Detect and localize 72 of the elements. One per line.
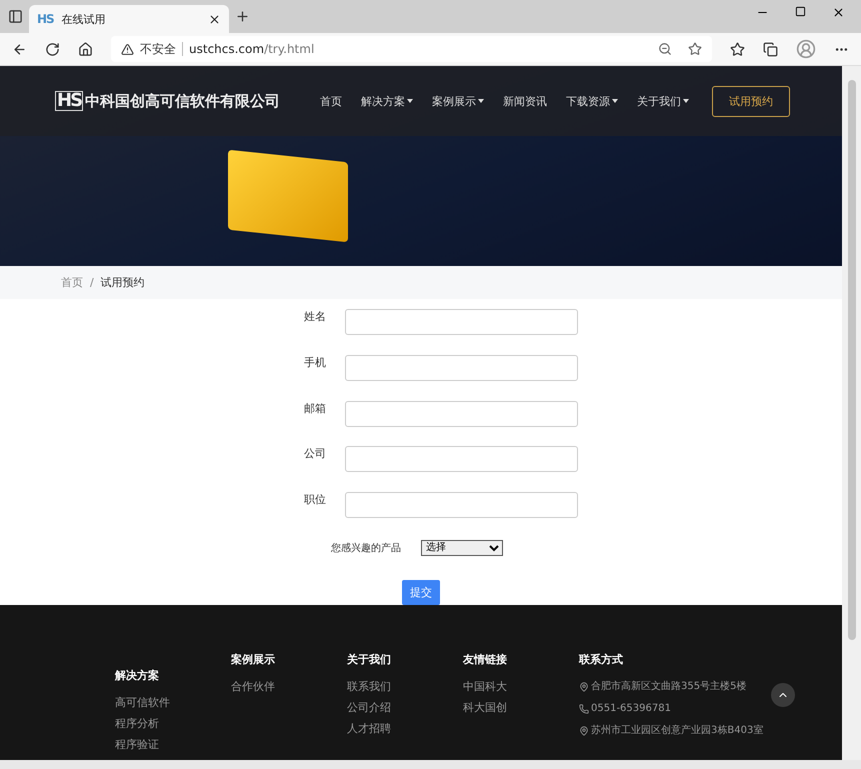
vertical-scrollbar[interactable]	[842, 66, 861, 760]
contact-info: 合肥市高新区文曲路355号主楼5楼	[579, 680, 764, 693]
input-field[interactable]	[345, 446, 578, 472]
phone-icon	[579, 704, 589, 714]
warning-icon	[121, 42, 134, 56]
profile-icon[interactable]	[796, 39, 816, 59]
footer-link[interactable]: 程序验证	[115, 738, 231, 751]
caret-icon	[407, 99, 413, 104]
close-icon[interactable]	[832, 6, 845, 19]
field-label: 公司	[304, 446, 327, 462]
zoom-out-icon[interactable]	[658, 42, 672, 56]
caret-icon	[612, 99, 618, 104]
field-label: 姓名	[304, 309, 327, 324]
map-pin-icon	[579, 726, 589, 736]
browser-tab[interactable]: HS 在线试用	[29, 5, 229, 33]
nav-link[interactable]: 案例展示	[432, 94, 484, 108]
field-label: 手机	[304, 354, 327, 370]
horizontal-scrollbar[interactable]	[0, 760, 861, 769]
contact-info: 苏州市工业园区创意产业园3栋B403室	[579, 724, 764, 737]
back-icon[interactable]	[12, 42, 27, 56]
field-label: 职位	[304, 492, 327, 508]
breadcrumb-link[interactable]: 首页	[61, 275, 83, 290]
footer-link[interactable]: 中国科大	[463, 680, 579, 693]
company-name: 中科国创高可信软件有限公司	[85, 92, 280, 110]
nav-link[interactable]: 新闻资讯	[503, 94, 547, 108]
tab-title: 在线试用	[62, 12, 106, 26]
scrollbar-thumb[interactable]	[848, 80, 856, 640]
input-field[interactable]	[345, 492, 578, 518]
footer-link[interactable]: 合作伙伴	[231, 680, 347, 693]
nav-link[interactable]: 下载资源	[566, 94, 618, 108]
footer-link[interactable]: 科大国创	[463, 701, 579, 714]
footer-heading: 联系方式	[579, 653, 624, 666]
caret-icon	[478, 99, 484, 104]
reload-icon[interactable]	[45, 42, 60, 56]
footer-heading: 关于我们	[347, 653, 392, 666]
close-icon[interactable]	[208, 12, 221, 26]
footer-link[interactable]: 公司介绍	[347, 701, 463, 714]
footer-heading: 友情链接	[463, 653, 508, 666]
footer-link[interactable]: 联系我们	[347, 680, 463, 693]
maximize-icon[interactable]	[795, 6, 806, 17]
favorites-icon[interactable]	[730, 42, 745, 56]
url-host: ustchcs.com	[189, 42, 264, 56]
home-icon[interactable]	[78, 42, 93, 56]
address-bar[interactable]: 不安全 ustchcs.com/try.html	[111, 36, 712, 62]
nav-link[interactable]: 首页	[320, 94, 342, 108]
footer-heading: 解决方案	[115, 669, 160, 682]
footer-link[interactable]: 程序分析	[115, 717, 231, 730]
input-field[interactable]	[345, 354, 578, 381]
footer-link[interactable]: 人才招聘	[347, 722, 463, 735]
product-select[interactable]: 选择	[421, 540, 503, 556]
field-label: 您感兴趣的产品	[331, 542, 401, 555]
tab-actions-icon[interactable]	[8, 9, 23, 24]
footer-link[interactable]: 高可信软件	[115, 696, 231, 709]
site-logo: HS	[37, 12, 54, 26]
submit-button[interactable]: 提交	[402, 580, 440, 605]
logo-mark: HS	[55, 91, 84, 111]
security-label: 不安全	[140, 40, 176, 58]
favorite-icon[interactable]	[688, 42, 702, 56]
new-tab-icon[interactable]	[235, 9, 250, 24]
url-path: /try.html	[264, 42, 314, 56]
nav-link[interactable]: 关于我们	[637, 94, 689, 108]
breadcrumb-separator: /	[90, 276, 94, 289]
input-field[interactable]	[345, 309, 578, 335]
field-label: 邮箱	[304, 400, 327, 416]
input-field[interactable]	[345, 400, 578, 427]
caret-icon	[683, 99, 689, 104]
trial-button[interactable]: 试用预约	[712, 86, 790, 116]
collections-icon[interactable]	[763, 42, 778, 56]
map-pin-icon	[579, 682, 589, 692]
footer-heading: 案例展示	[231, 653, 276, 666]
nav-link[interactable]: 解决方案	[361, 94, 413, 108]
contact-info: 0551-65396781	[579, 702, 764, 715]
